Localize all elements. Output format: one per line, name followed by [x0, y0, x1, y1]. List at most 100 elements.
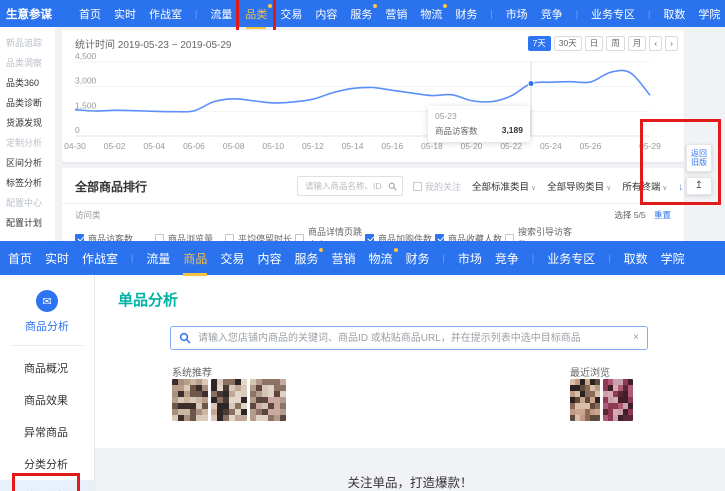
back-to-top-button[interactable]: ↥ [686, 177, 712, 195]
bottom-nav-item-商品[interactable]: 商品 [183, 250, 207, 267]
metric-checkbox-商品收藏人数[interactable]: 商品收藏人数 [435, 225, 505, 241]
app-root: 生意参谋 首页实时作战室|流量品类交易内容服务营销物流财务|市场竞争|业务专区|… [0, 0, 725, 491]
svg-text:04-30: 04-30 [64, 141, 86, 151]
bottom-nav-item-作战室[interactable]: 作战室 [82, 250, 118, 267]
category-sidebar-item-区间分析[interactable]: 区间分析 [6, 153, 55, 173]
checkbox-icon [225, 234, 234, 242]
prev-period-button[interactable]: ‹ [649, 36, 662, 51]
sidebar-item-单品分析[interactable]: 单品分析 [0, 480, 94, 491]
top-nav-item-取数[interactable]: 取数 [663, 6, 685, 22]
bottom-nav-item-服务[interactable]: 服务 [294, 250, 318, 267]
bottom-nav-item-内容[interactable]: 内容 [257, 250, 281, 267]
category-sidebar-item-定制分析[interactable]: 定制分析 [6, 133, 55, 153]
svg-text:05-18: 05-18 [421, 141, 443, 151]
product-analysis-sidebar: ✉ 商品分析 商品概况商品效果异常商品分类分析单品分析 [0, 275, 95, 491]
product-search-input[interactable] [196, 332, 628, 345]
product-thumbnail[interactable] [603, 379, 633, 421]
rank-search-input[interactable] [303, 180, 385, 192]
bottom-nav-item-竞争[interactable]: 竞争 [495, 250, 519, 267]
metric-checkbox-商品访客数[interactable]: 商品访客数 [75, 225, 155, 241]
bottom-nav-item-财务[interactable]: 财务 [406, 250, 430, 267]
clear-icon[interactable]: × [633, 333, 639, 343]
rank-card-title: 全部商品排行 [75, 178, 147, 195]
top-nav-item-物流[interactable]: 物流 [420, 6, 442, 22]
category-sidebar-item-品类诊断[interactable]: 品类诊断 [6, 93, 55, 113]
category-sidebar-item-新品追踪[interactable]: 新品追踪 [6, 33, 55, 53]
product-thumbnail[interactable] [570, 379, 600, 421]
metric-checkbox-平均停留时长[interactable]: 平均停留时长 [225, 225, 295, 241]
bottom-nav-item-市场[interactable]: 市场 [458, 250, 482, 267]
category-sidebar-item-配置计划[interactable]: 配置计划 [6, 213, 55, 233]
metric-checkbox-搜索引导访客数[interactable]: 搜索引导访客数 [505, 225, 575, 241]
bottom-nav-item-学院[interactable]: 学院 [661, 250, 685, 267]
top-nav-item-作战室[interactable]: 作战室 [149, 6, 182, 22]
filter-dropdown-全部导购类目[interactable]: 全部导购类目∨ [547, 179, 611, 193]
top-nav-item-交易[interactable]: 交易 [280, 6, 302, 22]
bottom-nav-item-营销[interactable]: 营销 [331, 250, 355, 267]
top-nav-item-市场[interactable]: 市场 [506, 6, 528, 22]
top-nav-item-服务[interactable]: 服务 [350, 6, 372, 22]
product-thumbnail[interactable] [211, 379, 247, 421]
sycm-logo: 生意参谋 [6, 6, 52, 22]
category-sidebar-item-品类360[interactable]: 品类360 [6, 73, 55, 93]
bottom-nav-item-物流[interactable]: 物流 [368, 250, 392, 267]
top-nav-item-财务[interactable]: 财务 [455, 6, 477, 22]
period-button-日[interactable]: 日 [585, 36, 604, 51]
metric-label: 平均停留时长 [238, 232, 292, 242]
next-period-button[interactable]: › [665, 36, 678, 51]
top-nav-item-业务专区[interactable]: 业务专区 [591, 6, 635, 22]
svg-text:3,000: 3,000 [75, 76, 97, 86]
svg-text:05-22: 05-22 [500, 141, 522, 151]
top-nav-item-内容[interactable]: 内容 [315, 6, 337, 22]
reset-link[interactable]: 重置 [654, 210, 671, 220]
download-link[interactable]: ↓下载 [678, 179, 684, 193]
top-nav-item-竞争[interactable]: 竞争 [541, 6, 563, 22]
bottom-nav-item-取数[interactable]: 取数 [624, 250, 648, 267]
metric-checkbox-商品加购件数[interactable]: 商品加购件数 [365, 225, 435, 241]
visitors-trend-chart[interactable]: 01,5003,0004,50004-3005-0205-0405-0605-0… [62, 50, 684, 160]
category-sidebar-item-标签分析[interactable]: 标签分析 [6, 173, 55, 193]
search-icon[interactable] [388, 182, 397, 191]
my-follow-checkbox[interactable]: 我的关注 [413, 180, 461, 193]
bottom-nav-item-实时[interactable]: 实时 [45, 250, 69, 267]
sidebar-item-商品概况[interactable]: 商品概况 [0, 352, 94, 384]
bottom-nav-item-业务专区[interactable]: 业务专区 [547, 250, 595, 267]
sidebar-item-分类分析[interactable]: 分类分析 [0, 448, 94, 480]
product-thumbnail[interactable] [250, 379, 286, 421]
top-nav-item-实时[interactable]: 实时 [114, 6, 136, 22]
metric-checkbox-商品详情页跳出率[interactable]: 商品详情页跳出率 [295, 225, 365, 241]
top-nav-divider: | [648, 9, 650, 19]
top-navbar: 生意参谋 首页实时作战室|流量品类交易内容服务营销物流财务|市场竞争|业务专区|… [0, 0, 725, 27]
period-button-周[interactable]: 周 [606, 36, 625, 51]
back-to-old-version-button[interactable]: 返回 旧版 [686, 144, 712, 172]
category-sidebar: 新品追踪品类洞察品类360品类诊断货源发现定制分析区间分析标签分析配置中心配置计… [0, 27, 55, 241]
metric-label: 商品详情页跳出率 [308, 225, 365, 241]
period-button-7天[interactable]: 7天 [528, 36, 551, 51]
bottom-nav-item-首页[interactable]: 首页 [8, 250, 32, 267]
period-button-30天[interactable]: 30天 [554, 36, 582, 51]
svg-text:4,500: 4,500 [75, 51, 97, 61]
svg-text:1,500: 1,500 [75, 100, 97, 110]
sidebar-item-商品效果[interactable]: 商品效果 [0, 384, 94, 416]
metric-label: 商品浏览量 [168, 232, 213, 242]
filter-dropdown-所有终端[interactable]: 所有终端∨ [622, 179, 667, 193]
period-button-月[interactable]: 月 [628, 36, 647, 51]
category-sidebar-item-货源发现[interactable]: 货源发现 [6, 113, 55, 133]
top-nav-item-首页[interactable]: 首页 [79, 6, 101, 22]
filter-dropdown-全部标准类目[interactable]: 全部标准类目∨ [472, 179, 536, 193]
metric-checkbox-商品浏览量[interactable]: 商品浏览量 [155, 225, 225, 241]
top-nav-item-品类[interactable]: 品类 [245, 6, 267, 22]
bottom-nav-item-交易[interactable]: 交易 [220, 250, 244, 267]
category-sidebar-item-品类洞察[interactable]: 品类洞察 [6, 53, 55, 73]
top-nav-item-流量[interactable]: 流量 [210, 6, 232, 22]
promo-text: 关注单品，打造爆款！ [347, 472, 472, 491]
bottom-navbar: 首页实时作战室|流量商品交易内容服务营销物流财务|市场竞争|业务专区|取数学院 [0, 241, 725, 275]
top-nav-item-营销[interactable]: 营销 [385, 6, 407, 22]
sidebar-item-异常商品[interactable]: 异常商品 [0, 416, 94, 448]
bottom-nav-item-流量[interactable]: 流量 [146, 250, 170, 267]
page-title: 单品分析 [118, 289, 178, 310]
product-thumbnail[interactable] [172, 379, 208, 421]
top-nav-item-学院[interactable]: 学院 [698, 6, 720, 22]
category-sidebar-item-配置中心[interactable]: 配置中心 [6, 193, 55, 213]
svg-text:05-29: 05-29 [639, 141, 661, 151]
